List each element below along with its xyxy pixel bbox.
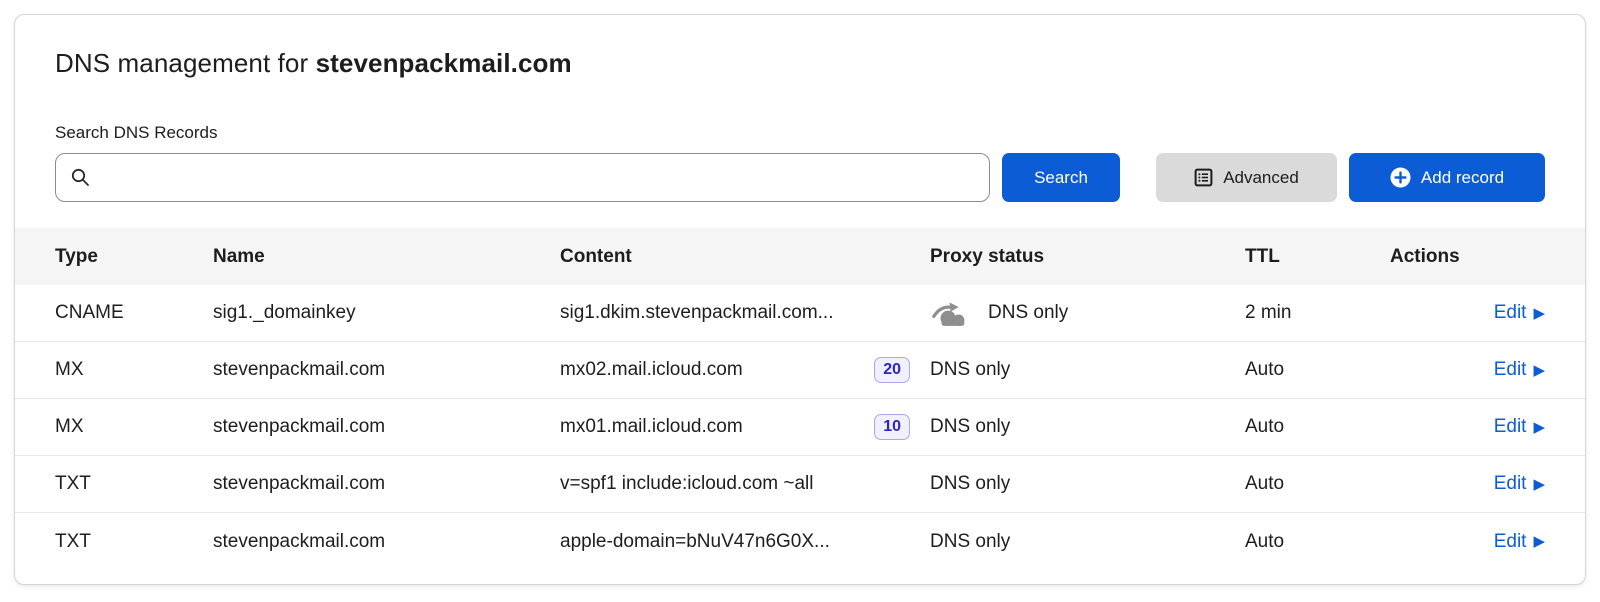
record-type: MX <box>55 416 213 438</box>
record-name: stevenpackmail.com <box>213 473 560 495</box>
magnifier-icon <box>70 167 91 188</box>
list-box-icon <box>1194 168 1213 187</box>
dns-management-card: DNS management for stevenpackmail.com Se… <box>14 14 1586 585</box>
edit-link-label: Edit <box>1494 416 1527 438</box>
record-actions-cell: Edit ▶ <box>1390 416 1545 438</box>
table-row: TXT stevenpackmail.com v=spf1 include:ic… <box>15 456 1585 513</box>
toolbar: Search Advanced Add record <box>15 153 1585 202</box>
record-content: mx02.mail.icloud.com <box>560 359 743 381</box>
dns-table-body: CNAME sig1._domainkey sig1.dkim.stevenpa… <box>15 285 1585 570</box>
proxy-status-label: DNS only <box>930 473 1010 495</box>
table-row: MX stevenpackmail.com mx01.mail.icloud.c… <box>15 399 1585 456</box>
search-label: Search DNS Records <box>15 79 1585 153</box>
page-title-domain: stevenpackmail.com <box>316 48 572 78</box>
record-ttl: 2 min <box>1245 302 1390 324</box>
advanced-button[interactable]: Advanced <box>1156 153 1337 202</box>
record-content-cell: apple-domain=bNuV47n6G0X... <box>560 531 930 553</box>
record-type: TXT <box>55 531 213 553</box>
proxy-status-label: DNS only <box>988 302 1068 324</box>
record-content: apple-domain=bNuV47n6G0X... <box>560 531 830 553</box>
record-actions-cell: Edit ▶ <box>1390 359 1545 381</box>
edit-link-label: Edit <box>1494 359 1527 381</box>
proxy-status-cell: DNS only <box>930 299 1245 328</box>
proxy-status-cell: DNS only <box>930 416 1245 438</box>
priority-badge: 10 <box>874 414 910 441</box>
dns-records-table: Type Name Content Proxy status TTL Actio… <box>15 228 1585 570</box>
edit-link-label: Edit <box>1494 473 1527 495</box>
proxy-status-label: DNS only <box>930 359 1010 381</box>
edit-link[interactable]: Edit ▶ <box>1494 359 1545 381</box>
edit-link-label: Edit <box>1494 531 1527 553</box>
search-input-wrapper[interactable] <box>55 153 990 202</box>
record-actions-cell: Edit ▶ <box>1390 531 1545 553</box>
advanced-button-label: Advanced <box>1223 168 1299 188</box>
record-ttl: Auto <box>1245 359 1390 381</box>
column-header-proxy-status: Proxy status <box>930 246 1245 268</box>
proxy-status-cell: DNS only <box>930 359 1245 381</box>
column-header-content: Content <box>560 246 930 268</box>
priority-badge: 20 <box>874 357 910 384</box>
record-type: TXT <box>55 473 213 495</box>
column-header-name: Name <box>213 246 560 268</box>
proxy-status-cell: DNS only <box>930 531 1245 553</box>
record-content: sig1.dkim.stevenpackmail.com... <box>560 302 834 324</box>
play-triangle-icon: ▶ <box>1533 477 1545 492</box>
plus-circle-icon <box>1390 167 1411 188</box>
cloud-arrow-icon <box>930 299 972 328</box>
column-header-type: Type <box>55 246 213 268</box>
record-content-cell: sig1.dkim.stevenpackmail.com... <box>560 302 930 324</box>
add-record-button-label: Add record <box>1421 168 1504 188</box>
proxy-status-label: DNS only <box>930 531 1010 553</box>
add-record-button[interactable]: Add record <box>1349 153 1545 202</box>
play-triangle-icon: ▶ <box>1533 306 1545 321</box>
record-ttl: Auto <box>1245 416 1390 438</box>
play-triangle-icon: ▶ <box>1533 363 1545 378</box>
proxy-status-label: DNS only <box>930 416 1010 438</box>
column-header-ttl: TTL <box>1245 246 1390 268</box>
table-row: CNAME sig1._domainkey sig1.dkim.stevenpa… <box>15 285 1585 342</box>
record-content-cell: mx02.mail.icloud.com 20 <box>560 357 930 384</box>
record-content-cell: v=spf1 include:icloud.com ~all <box>560 473 930 495</box>
play-triangle-icon: ▶ <box>1533 534 1545 549</box>
record-type: CNAME <box>55 302 213 324</box>
play-triangle-icon: ▶ <box>1533 420 1545 435</box>
record-content: v=spf1 include:icloud.com ~all <box>560 473 813 495</box>
table-header-row: Type Name Content Proxy status TTL Actio… <box>15 228 1585 285</box>
proxy-status-cell: DNS only <box>930 473 1245 495</box>
page-title: DNS management for stevenpackmail.com <box>15 15 1585 79</box>
record-name: stevenpackmail.com <box>213 359 560 381</box>
search-button[interactable]: Search <box>1002 153 1120 202</box>
column-header-actions: Actions <box>1390 246 1545 268</box>
edit-link-label: Edit <box>1494 302 1527 324</box>
table-row: MX stevenpackmail.com mx02.mail.icloud.c… <box>15 342 1585 399</box>
record-ttl: Auto <box>1245 473 1390 495</box>
record-content-cell: mx01.mail.icloud.com 10 <box>560 414 930 441</box>
record-actions-cell: Edit ▶ <box>1390 302 1545 324</box>
record-name: sig1._domainkey <box>213 302 560 324</box>
edit-link[interactable]: Edit ▶ <box>1494 473 1545 495</box>
page-title-prefix: DNS management for <box>55 48 316 78</box>
record-type: MX <box>55 359 213 381</box>
edit-link[interactable]: Edit ▶ <box>1494 416 1545 438</box>
table-row: TXT stevenpackmail.com apple-domain=bNuV… <box>15 513 1585 570</box>
edit-link[interactable]: Edit ▶ <box>1494 302 1545 324</box>
record-name: stevenpackmail.com <box>213 531 560 553</box>
record-actions-cell: Edit ▶ <box>1390 473 1545 495</box>
record-ttl: Auto <box>1245 531 1390 553</box>
search-input[interactable] <box>101 154 975 201</box>
record-name: stevenpackmail.com <box>213 416 560 438</box>
record-content: mx01.mail.icloud.com <box>560 416 743 438</box>
edit-link[interactable]: Edit ▶ <box>1494 531 1545 553</box>
